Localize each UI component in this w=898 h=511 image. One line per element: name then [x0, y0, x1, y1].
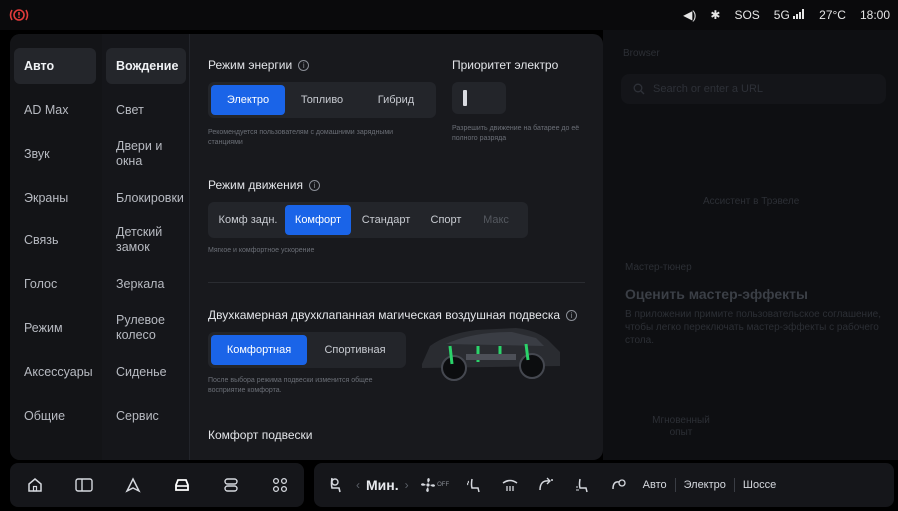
energy-mode-hint: Рекомендуется пользователям с домашними … — [208, 129, 394, 146]
volume-icon[interactable]: ◀) — [683, 8, 696, 22]
driving-settings: Режим энергии i Электро Топливо Гибрид Ре… — [190, 34, 603, 460]
mode-highway-button[interactable]: Шоссе — [743, 479, 776, 491]
info-icon[interactable]: i — [298, 60, 310, 71]
suspension-option-sport[interactable]: Спортивная — [307, 335, 403, 365]
drive-mode-selector: Комф задн. Комфорт Стандарт Спорт Макс — [208, 202, 528, 238]
subcategory-item-service[interactable]: Сервис — [106, 398, 186, 434]
screen: ◀) ✱ SOS 5G 27°C 18:00 Browser Search or… — [0, 0, 898, 511]
info-icon[interactable]: i — [566, 310, 578, 321]
clock: 18:00 — [859, 8, 890, 22]
section-divider — [208, 282, 585, 283]
suspension-comfort-title: Комфорт подвески — [208, 428, 313, 442]
settings-panel: Авто AD Max Звук Экраны Связь Голос Режи… — [10, 34, 603, 460]
seat-icon[interactable] — [322, 472, 348, 498]
energy-option-fuel[interactable]: Топливо — [285, 85, 359, 115]
divider — [733, 478, 735, 492]
mode-electric-button[interactable]: Электро — [684, 479, 726, 491]
suspension-option-comfort[interactable]: Комфортная — [211, 335, 307, 365]
instant-experience-label: Мгновенный опыт — [652, 415, 710, 438]
network-indicator: 5G — [774, 8, 805, 22]
recirculation-icon[interactable] — [533, 472, 559, 498]
car-suspension-image — [422, 328, 560, 381]
drive-mode-title: Режим движения i — [208, 178, 320, 192]
seat-heat-icon[interactable] — [461, 472, 487, 498]
seat-ventilation-icon[interactable] — [569, 472, 595, 498]
energy-mode-title: Режим энергии i — [208, 58, 310, 72]
subcategory-item-locks[interactable]: Блокировки — [106, 180, 186, 216]
subcategory-item-seat[interactable]: Сиденье — [106, 354, 186, 390]
category-item-ad-max[interactable]: AD Max — [14, 92, 96, 128]
navigation-icon[interactable] — [120, 472, 146, 498]
drive-option-comfort-rear[interactable]: Комф задн. — [211, 205, 285, 235]
home-icon[interactable] — [22, 472, 48, 498]
subcategory-item-doors-windows[interactable]: Двери и окна — [106, 136, 186, 172]
search-placeholder: Search or enter a URL — [653, 83, 764, 95]
drive-option-comfort[interactable]: Комфорт — [285, 205, 351, 235]
category-list: Авто AD Max Звук Экраны Связь Голос Режи… — [10, 34, 102, 460]
apps-icon[interactable] — [267, 472, 293, 498]
browser-title: Browser — [623, 48, 660, 59]
browser-search-input[interactable]: Search or enter a URL — [621, 74, 886, 104]
car-icon[interactable] — [169, 472, 195, 498]
subcategory-item-lights[interactable]: Свет — [106, 92, 186, 128]
signal-icon — [793, 9, 805, 19]
background-widgets: Browser Search or enter a URL Ассистент … — [603, 30, 898, 460]
assistant-text: Ассистент в Трэвеле — [703, 196, 800, 207]
tuner-title: Оценить мастер-эффекты — [625, 286, 808, 302]
electric-priority-hint: Разрешить движение на батарее до её полн… — [452, 125, 580, 142]
category-item-general[interactable]: Общие — [14, 398, 96, 434]
media-icon[interactable] — [218, 472, 244, 498]
energy-mode-selector: Электро Топливо Гибрид — [208, 82, 436, 118]
toggle-knob — [463, 90, 467, 106]
drive-option-sport[interactable]: Спорт — [421, 205, 471, 235]
info-icon[interactable]: i — [308, 180, 320, 191]
category-item-voice[interactable]: Голос — [14, 266, 96, 302]
tire-alert-icon[interactable] — [8, 8, 30, 22]
suspension-mode-selector: Комфортная Спортивная — [208, 332, 406, 368]
search-icon — [633, 83, 645, 95]
fan-off-label: OFF — [437, 482, 450, 488]
suspension-mode-hint: После выбора режима подвески изменится о… — [208, 377, 373, 394]
split-screen-icon[interactable] — [71, 472, 97, 498]
rear-defrost-icon[interactable] — [497, 472, 523, 498]
sos-button[interactable]: SOS — [734, 8, 759, 22]
subcategory-item-driving[interactable]: Вождение — [106, 48, 186, 84]
dock-climate: ‹ Мин. › OFF Авто Электро Шоссе — [314, 463, 894, 507]
subcategory-item-steering-wheel[interactable]: Рулевое колесо — [106, 310, 186, 346]
energy-option-hybrid[interactable]: Гибрид — [359, 85, 433, 115]
category-item-mode[interactable]: Режим — [14, 310, 96, 346]
bluetooth-icon[interactable]: ✱ — [710, 8, 720, 22]
drive-mode-hint: Мягкое и комфортное ускорение — [208, 247, 315, 254]
electric-priority-title: Приоритет электро — [452, 58, 559, 72]
category-item-connection[interactable]: Связь — [14, 222, 96, 258]
drive-option-standard[interactable]: Стандарт — [351, 205, 421, 235]
status-bar: ◀) ✱ SOS 5G 27°C 18:00 — [0, 0, 898, 30]
tuner-description: В приложении примите пользовательское со… — [625, 309, 882, 346]
tuner-label: Мастер-тюнер — [625, 262, 692, 273]
mode-auto-button[interactable]: Авто — [643, 479, 667, 491]
dock-apps — [10, 463, 304, 507]
energy-option-electric[interactable]: Электро — [211, 85, 285, 115]
fan-speed-control: ‹ Мин. › — [356, 477, 409, 493]
outside-temperature: 27°C — [819, 8, 846, 22]
subcategory-list: Вождение Свет Двери и окна Блокировки Де… — [102, 34, 190, 460]
fan-decrease-button[interactable]: ‹ — [356, 478, 360, 492]
steering-heat-icon[interactable] — [605, 472, 631, 498]
subcategory-item-child-lock[interactable]: Детский замок — [106, 222, 186, 258]
category-item-auto[interactable]: Авто — [14, 48, 96, 84]
fan-increase-button[interactable]: › — [405, 478, 409, 492]
category-item-sound[interactable]: Звук — [14, 136, 96, 172]
category-item-accessories[interactable]: Аксессуары — [14, 354, 96, 390]
subcategory-item-mirrors[interactable]: Зеркала — [106, 266, 186, 302]
fan-speed-value: Мин. — [366, 477, 399, 493]
category-item-screens[interactable]: Экраны — [14, 180, 96, 216]
drive-option-max: Макс — [483, 214, 509, 226]
fan-off-icon[interactable]: OFF — [417, 472, 453, 498]
divider — [674, 478, 676, 492]
electric-priority-toggle[interactable] — [452, 82, 506, 114]
